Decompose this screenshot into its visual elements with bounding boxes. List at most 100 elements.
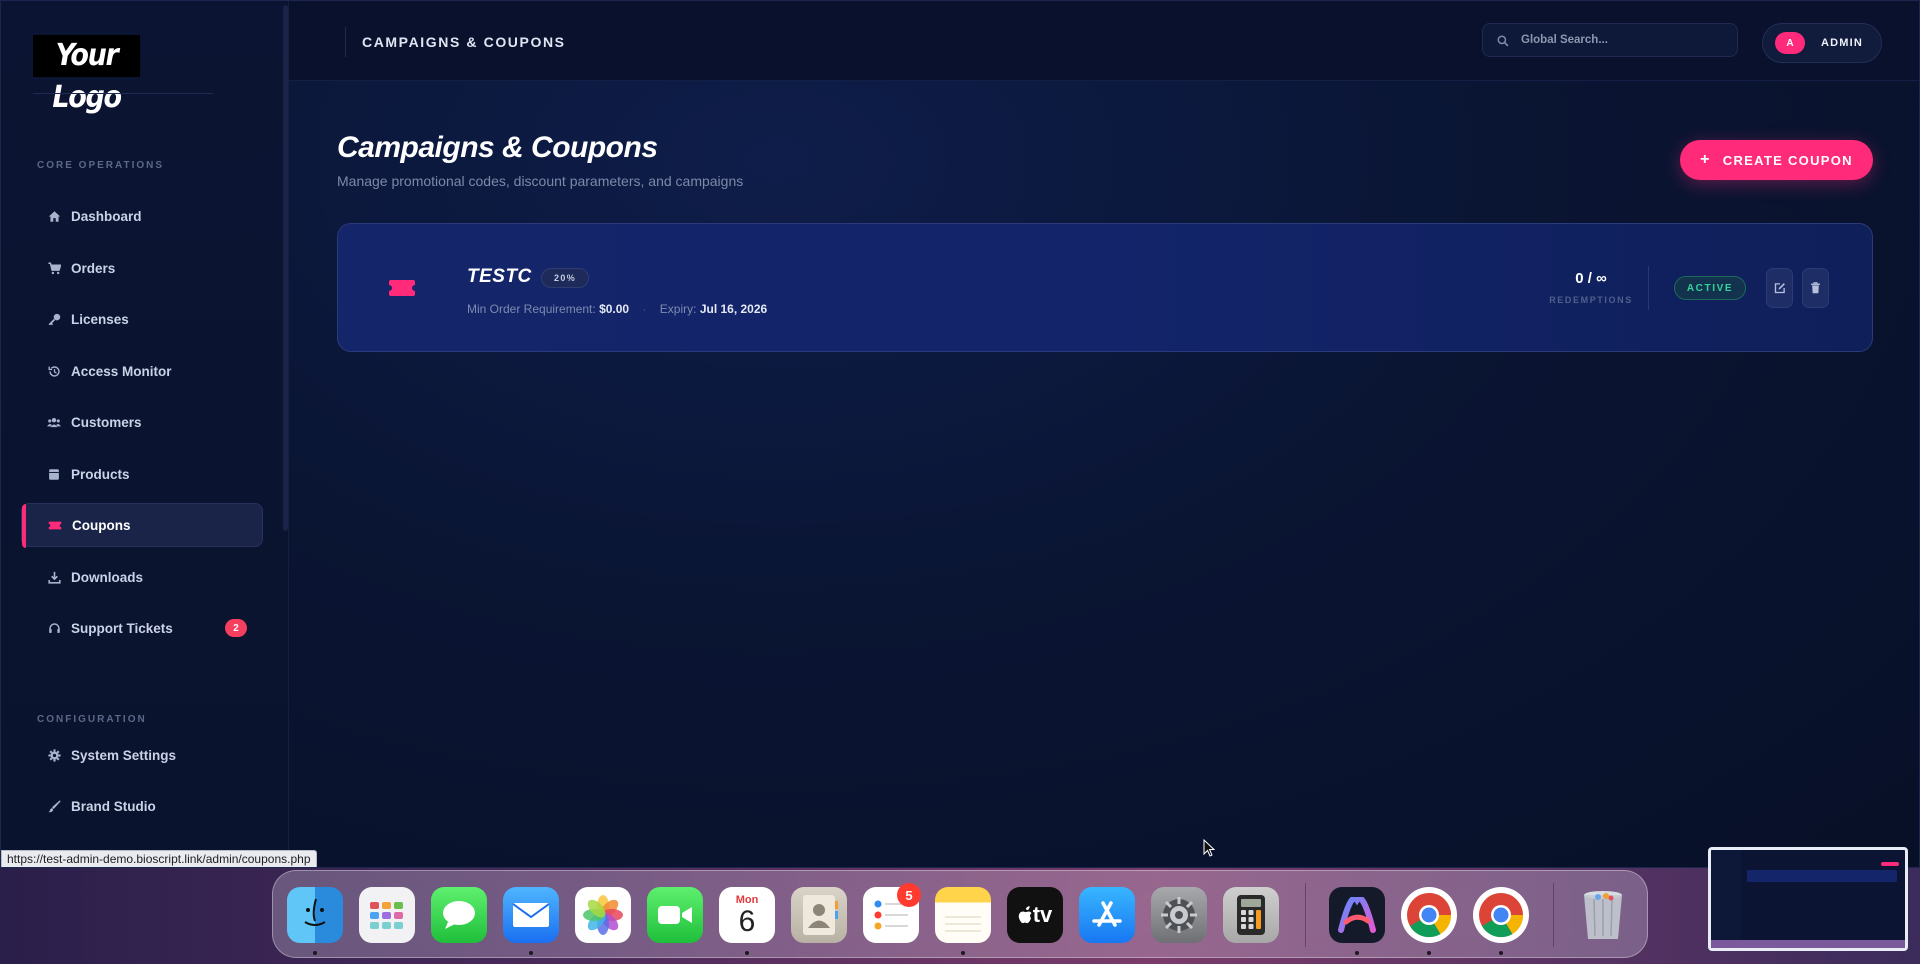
status-badge: ACTIVE	[1674, 276, 1746, 300]
calendar-day: 6	[738, 905, 756, 938]
chrome-icon[interactable]	[1473, 887, 1529, 943]
home-icon	[47, 209, 61, 223]
reminders-badge: 5	[897, 883, 921, 907]
cart-icon	[47, 261, 61, 275]
sidebar-item-label: Coupons	[72, 517, 131, 533]
sidebar-item-label: Products	[71, 466, 130, 482]
global-search[interactable]	[1482, 23, 1738, 57]
sidebar-item-support-tickets[interactable]: Support Tickets 2	[21, 606, 263, 650]
user-menu[interactable]: A ADMIN	[1762, 23, 1882, 63]
min-order-label: Min Order Requirement:	[467, 302, 596, 316]
download-icon	[47, 570, 61, 584]
tv-label: tv	[1032, 902, 1053, 927]
running-indicator	[313, 951, 317, 955]
create-coupon-label: CREATE COUPON	[1722, 152, 1853, 168]
sidebar-item-customers[interactable]: Customers	[21, 400, 263, 444]
preview-card	[1747, 870, 1897, 882]
trash-icon[interactable]	[1575, 887, 1631, 943]
sidebar-item-label: Licenses	[71, 311, 129, 327]
sidebar-item-label: Brand Studio	[71, 798, 156, 814]
photos-icon[interactable]	[575, 887, 631, 943]
calculator-icon[interactable]	[1223, 887, 1279, 943]
preview-button	[1881, 862, 1899, 866]
sidebar-item-label: Access Monitor	[71, 363, 172, 379]
main-content: Campaigns & Coupons Manage promotional c…	[289, 81, 1919, 867]
status-url-tooltip: https://test-admin-demo.bioscript.link/a…	[1, 850, 317, 867]
coupon-card: TESTC 20% Min Order Requirement: $0.00 ·…	[337, 223, 1873, 352]
system-settings-icon[interactable]	[1151, 887, 1207, 943]
launchpad-icon[interactable]	[359, 887, 415, 943]
topbar-title: CAMPAIGNS & COUPONS	[362, 34, 566, 50]
topbar-divider	[345, 27, 346, 57]
sidebar-item-label: Downloads	[71, 569, 144, 585]
running-indicator	[961, 951, 965, 955]
history-icon	[47, 364, 61, 378]
apple-tv-icon[interactable]: tv	[1007, 887, 1063, 943]
preview-dock	[1711, 940, 1905, 948]
discount-badge: 20%	[541, 268, 590, 288]
logo-divider	[33, 93, 213, 94]
running-indicator	[529, 951, 533, 955]
facetime-icon[interactable]	[647, 887, 703, 943]
edit-icon	[1774, 283, 1785, 294]
sidebar-item-licenses[interactable]: Licenses	[21, 297, 263, 341]
page-title: Campaigns & Coupons	[337, 131, 658, 164]
brand-logo[interactable]: Your Logo	[33, 35, 141, 115]
support-tickets-badge: 2	[225, 619, 247, 637]
sidebar-item-products[interactable]: Products	[21, 452, 263, 496]
sidebar: Your Logo CORE OPERATIONS Dashboard Orde…	[1, 1, 289, 867]
users-icon	[47, 415, 61, 429]
calendar-icon[interactable]: Mon 6	[719, 887, 775, 943]
ticket-icon	[389, 280, 415, 296]
dock-separator	[1305, 883, 1306, 947]
create-coupon-button[interactable]: + CREATE COUPON	[1680, 140, 1873, 180]
chrome-icon[interactable]	[1401, 887, 1457, 943]
sidebar-item-orders[interactable]: Orders	[21, 246, 263, 290]
plus-icon: +	[1700, 151, 1711, 168]
sidebar-item-dashboard[interactable]: Dashboard	[21, 194, 263, 238]
redemptions-label: REDEMPTIONS	[1549, 295, 1633, 305]
sidebar-item-coupons[interactable]: Coupons	[21, 503, 263, 548]
notes-icon[interactable]	[935, 887, 991, 943]
arc-browser-icon[interactable]	[1329, 887, 1385, 943]
headset-icon	[47, 621, 61, 635]
sidebar-item-access-monitor[interactable]: Access Monitor	[21, 349, 263, 393]
sidebar-item-system-settings[interactable]: System Settings	[21, 733, 263, 777]
running-indicator	[1427, 951, 1431, 955]
mail-icon[interactable]	[503, 887, 559, 943]
dock-separator	[1553, 883, 1554, 947]
key-icon	[47, 312, 61, 326]
sidebar-item-downloads[interactable]: Downloads	[21, 555, 263, 599]
coupon-code: TESTC	[467, 266, 532, 287]
messages-icon[interactable]	[431, 887, 487, 943]
search-input[interactable]	[1521, 34, 1721, 46]
avatar: A	[1775, 32, 1805, 54]
expiry-label: Expiry:	[659, 302, 697, 316]
macos-dock: Mon 6 5 tv	[272, 870, 1648, 958]
mouse-cursor-icon	[1203, 839, 1215, 857]
gear-icon	[47, 748, 61, 762]
contacts-icon[interactable]	[791, 887, 847, 943]
ticket-icon	[48, 518, 62, 532]
sidebar-item-brand-studio[interactable]: Brand Studio	[21, 784, 263, 828]
coupon-meta: Min Order Requirement: $0.00 · Expiry: J…	[467, 302, 767, 316]
app-store-icon[interactable]	[1079, 887, 1135, 943]
page-subtitle: Manage promotional codes, discount param…	[337, 173, 744, 189]
admin-app-window: Your Logo CORE OPERATIONS Dashboard Orde…	[0, 0, 1920, 868]
box-icon	[47, 467, 61, 481]
trash-icon	[1811, 282, 1820, 294]
sidebar-item-label: Support Tickets	[71, 620, 173, 636]
window-preview-thumbnail[interactable]	[1708, 847, 1908, 951]
search-icon	[1497, 34, 1509, 47]
expiry-value: Jul 16, 2026	[699, 302, 768, 316]
card-divider	[1648, 266, 1649, 310]
top-bar: CAMPAIGNS & COUPONS A ADMIN	[289, 1, 1919, 81]
delete-coupon-button[interactable]	[1802, 268, 1829, 308]
sidebar-item-label: Customers	[71, 414, 142, 430]
edit-coupon-button[interactable]	[1766, 268, 1793, 308]
redemptions-value: 0 / ∞	[1575, 270, 1607, 287]
user-label: ADMIN	[1821, 37, 1864, 49]
running-indicator	[1355, 951, 1359, 955]
finder-icon[interactable]	[287, 887, 343, 943]
sidebar-scrollbar[interactable]	[283, 5, 288, 531]
